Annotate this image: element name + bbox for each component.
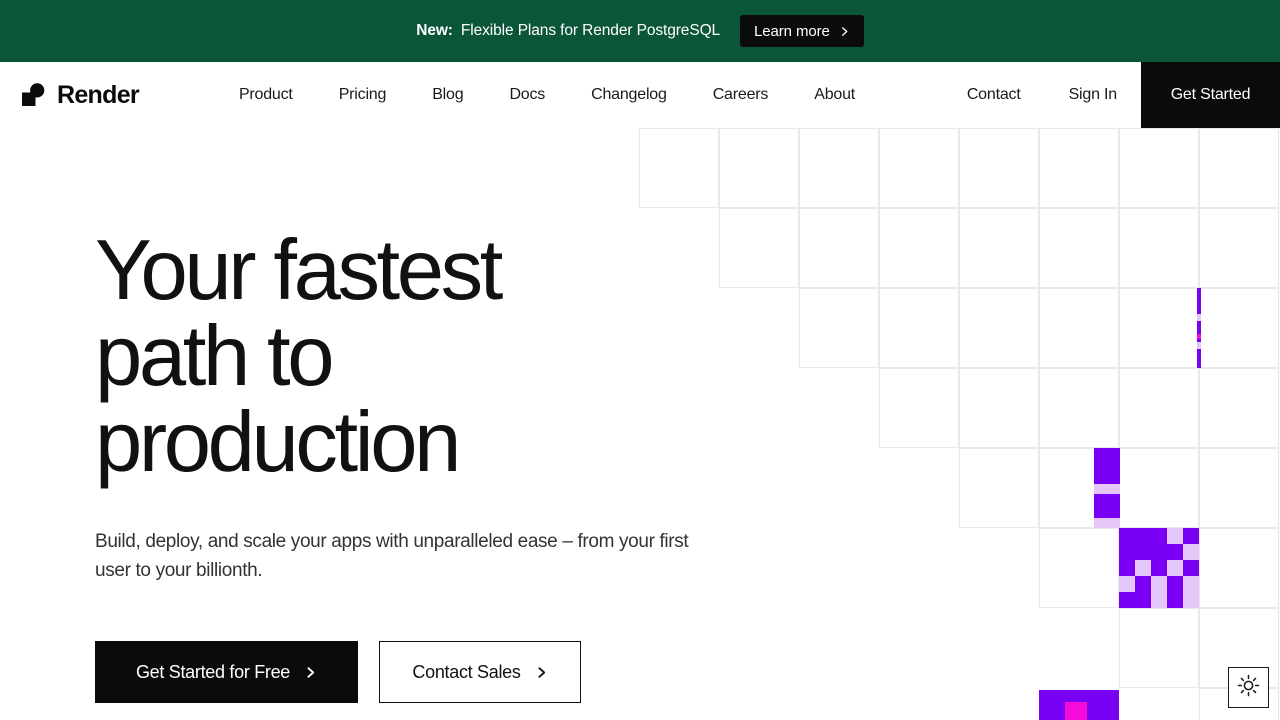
grid-cell: [1119, 128, 1199, 208]
decor-checker-pixel: [1183, 592, 1199, 608]
chevron-right-icon: [839, 26, 850, 37]
grid-cell: [1119, 448, 1199, 528]
decor-strip-segment: [1197, 314, 1201, 321]
decor-checker-pixel: [1119, 576, 1135, 592]
nav-link-docs[interactable]: Docs: [486, 86, 568, 104]
grid-cell: [959, 448, 1039, 528]
grid-cell: [719, 208, 799, 288]
nav-link-pricing[interactable]: Pricing: [316, 86, 410, 104]
get-started-button[interactable]: Get Started: [1141, 62, 1280, 128]
grid-cell: [1119, 368, 1199, 448]
grid-cell: [879, 368, 959, 448]
nav-link-sign-in[interactable]: Sign In: [1045, 86, 1141, 104]
grid-cell: [1199, 288, 1279, 368]
grid-cell: [1039, 528, 1119, 608]
grid-cell: [959, 368, 1039, 448]
grid-cell: [879, 128, 959, 208]
hero-section: Your fastest path to production Build, d…: [95, 128, 715, 703]
nav-link-product[interactable]: Product: [216, 86, 316, 104]
grid-cell: [1039, 288, 1119, 368]
decor-checker-pixel: [1151, 592, 1167, 608]
contact-sales-label: Contact Sales: [412, 661, 521, 682]
brand-name: Render: [57, 80, 140, 109]
decor-checker-pixel: [1167, 560, 1183, 576]
nav-links: Product Pricing Blog Docs Changelog Care…: [216, 86, 878, 104]
grid-cell: [799, 208, 879, 288]
nav-right-section: Contact Sign In Get Started: [943, 62, 1280, 128]
theme-toggle-button[interactable]: [1228, 667, 1269, 708]
page-root: New: Flexible Plans for Render PostgreSQ…: [0, 0, 1280, 720]
grid-cell: [1039, 368, 1119, 448]
banner-cta-label: Learn more: [754, 22, 830, 40]
announcement-banner: New: Flexible Plans for Render PostgreSQ…: [0, 0, 1280, 62]
grid-cell: [959, 288, 1039, 368]
nav-link-about[interactable]: About: [791, 86, 878, 104]
decor-strip: [1197, 288, 1201, 368]
grid-cell: [719, 128, 799, 208]
banner-learn-more-button[interactable]: Learn more: [740, 15, 864, 47]
grid-cell: [799, 128, 879, 208]
nav-link-blog[interactable]: Blog: [409, 86, 486, 104]
decor-bar-segment: [1094, 484, 1120, 494]
grid-cell: [1199, 528, 1279, 608]
hero-subheading: Build, deploy, and scale your apps with …: [95, 531, 689, 581]
grid-cell: [1039, 128, 1119, 208]
chevron-right-icon: [304, 666, 317, 679]
hero-cta-group: Get Started for Free Contact Sales: [95, 641, 715, 703]
grid-cell: [879, 288, 959, 368]
grid-cell: [1039, 208, 1119, 288]
grid-cell: [1199, 368, 1279, 448]
nav-link-careers[interactable]: Careers: [690, 86, 792, 104]
grid-cell: [1119, 288, 1199, 368]
decor-checker-pixel: [1183, 544, 1199, 560]
grid-cell: [959, 128, 1039, 208]
decorative-grid-artwork: [639, 128, 1280, 720]
decor-checker-pixel: [1151, 576, 1167, 592]
page-title: Your fastest path to production: [95, 223, 503, 490]
decor-strip-segment: [1197, 334, 1201, 339]
brand-home-link[interactable]: Render: [20, 80, 140, 110]
get-started-free-button[interactable]: Get Started for Free: [95, 641, 358, 703]
grid-cell: [959, 208, 1039, 288]
decor-bottom-accent: [1065, 702, 1087, 720]
decor-bar-segment: [1094, 518, 1120, 528]
grid-cell: [1119, 608, 1199, 688]
decor-strip-segment: [1197, 342, 1201, 349]
contact-sales-button[interactable]: Contact Sales: [379, 641, 581, 703]
sun-icon: [1237, 674, 1260, 702]
banner-new-label: New:: [416, 22, 453, 39]
banner-message: Flexible Plans for Render PostgreSQL: [460, 22, 721, 39]
get-started-free-label: Get Started for Free: [135, 661, 291, 682]
nav-link-contact[interactable]: Contact: [943, 86, 1045, 104]
chevron-right-icon: [535, 666, 548, 679]
nav-link-changelog[interactable]: Changelog: [568, 86, 690, 104]
grid-cell: [639, 128, 719, 208]
grid-cell: [1119, 208, 1199, 288]
grid-cell: [879, 208, 959, 288]
main-navigation: Render Product Pricing Blog Docs Changel…: [0, 62, 1280, 128]
decor-checker-pixel: [1135, 560, 1151, 576]
decor-checker-pixel: [1167, 528, 1183, 544]
decor-checker-pixel: [1183, 576, 1199, 592]
grid-cell: [1199, 128, 1279, 208]
grid-cell: [1199, 208, 1279, 288]
grid-cell: [1199, 448, 1279, 528]
render-logo-icon: [20, 82, 46, 108]
grid-cell: [799, 288, 879, 368]
